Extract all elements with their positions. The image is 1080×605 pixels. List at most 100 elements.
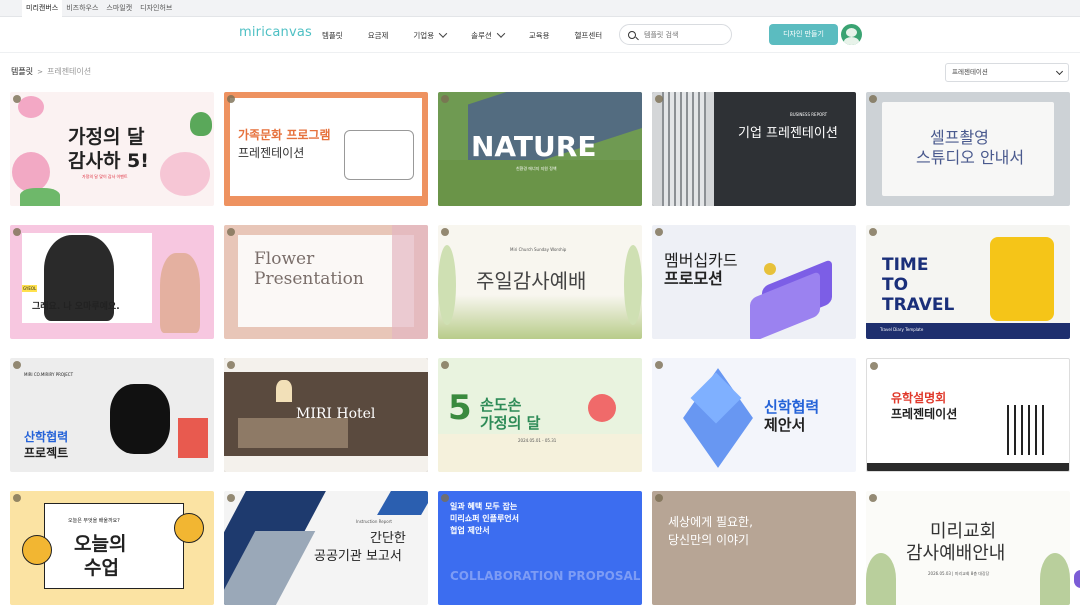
create-design-button[interactable]: 디자인 만들기 (769, 24, 838, 45)
topbar-tab-miricanvas[interactable]: 미리캔버스 (22, 0, 63, 17)
avatar[interactable] (841, 24, 862, 45)
card-title-line3: 가정의 달 (480, 414, 541, 432)
card-title-line1: MIRI CO.MIRIRY PROJECT (24, 372, 74, 377)
card-title-line1: Flower (254, 249, 315, 269)
top-tab-bar: 미리캔버스 비즈하우스 스마일캣 디자인허브 (0, 0, 1080, 17)
nav-education[interactable]: 교육용 (529, 30, 550, 41)
card-subtitle: 가정의 달 맞이 감사 이벤트 (82, 174, 128, 179)
category-select[interactable]: 프레젠테이션 (945, 63, 1069, 82)
card-title-line3: 협업 제안서 (450, 526, 490, 535)
badge-icon (13, 361, 21, 369)
badge-icon (441, 494, 449, 502)
template-card[interactable]: 셀프촬영 스튜디오 안내서 (866, 92, 1070, 206)
card-title-line2: 당신만의 이야기 (668, 533, 750, 547)
card-subtitle: 친환경 에너지 지원 정책 (516, 166, 557, 171)
template-card[interactable]: 미리교회 감사예배안내 2026.05.03 | 미리교회 8층 대강당 (866, 491, 1070, 605)
card-title-line1: 일과 혜택 모두 잡는 (450, 502, 518, 511)
template-card[interactable]: 가정의 달 감사하 5! 가정의 달 맞이 감사 이벤트 (10, 92, 214, 206)
breadcrumb-current: 프레젠테이션 (46, 67, 92, 76)
template-card[interactable]: 그래요. 나 오마루예요. GYEOL (10, 225, 214, 339)
card-title-line2: 프로모션 (664, 269, 723, 288)
card-title-line2: 스튜디오 안내서 (916, 148, 1025, 167)
card-title-line3: 수업 (84, 557, 119, 579)
card-title-line2: 오늘의 (74, 533, 127, 555)
main-header: miricanvas 템플릿 요금제 기업용 솔루션 교육용 헬프센터 디자인 … (0, 17, 1080, 53)
search-input[interactable] (644, 30, 724, 39)
template-card[interactable]: 세상에게 필요한, 당신만의 이야기 (652, 491, 856, 605)
badge-icon (441, 228, 449, 236)
card-subtitle: COLLABORATION PROPOSAL (450, 569, 641, 583)
badge-icon (13, 228, 21, 236)
badge-icon (227, 95, 235, 103)
card-title-line2: 감사하 5! (68, 150, 149, 172)
card-title-line2: 주일감사예배 (476, 269, 587, 293)
card-title-line1: Miri Church Sunday Worship (510, 247, 567, 252)
card-title-line2: GYEOL (22, 285, 38, 292)
category-select-value: 프레젠테이션 (952, 68, 988, 76)
badge-icon (655, 95, 663, 103)
badge-icon (441, 361, 449, 369)
template-card[interactable]: Miri Church Sunday Worship 주일감사예배 (438, 225, 642, 339)
template-card[interactable]: MIRI CO.MIRIRY PROJECT 산학협력 프로젝트 (10, 358, 214, 472)
card-title-line3: TRAVEL (882, 295, 955, 315)
topbar-tab-smilecat[interactable]: 스마일캣 (102, 0, 136, 17)
chat-support-button[interactable] (1074, 570, 1080, 588)
template-card[interactable]: Instruction Report 간단한 공공기관 보고서 (224, 491, 428, 605)
search-icon (628, 30, 636, 39)
nav-pricing[interactable]: 요금제 (368, 30, 389, 41)
card-title-line2: 미리쇼퍼 인플루언서 (450, 514, 520, 523)
template-card[interactable]: 일과 혜택 모두 잡는 미리쇼퍼 인플루언서 협업 제안서 COLLABORAT… (438, 491, 642, 605)
template-card[interactable]: 가족문화 프로그램 프레젠테이션 (224, 92, 428, 206)
badge-icon (441, 95, 449, 103)
card-title-line1: 가정의 달 (68, 126, 145, 148)
card-title-line1: 세상에게 필요한, (668, 515, 753, 529)
search-box[interactable] (619, 24, 732, 45)
card-title-line3: 프로젝트 (24, 446, 69, 460)
topbar-tab-bizhouse[interactable]: 비즈하우스 (62, 0, 102, 17)
badge-icon (870, 362, 878, 370)
card-title-line1: 유학설명회 (891, 391, 947, 405)
chevron-down-icon (1055, 67, 1064, 76)
template-card[interactable]: NATURE 친환경 에너지 지원 정책 (438, 92, 642, 206)
template-card[interactable]: 5 손도손 가정의 달 2024.05.01 - 05.31 (438, 358, 642, 472)
template-card[interactable]: Flower Presentation (224, 225, 428, 339)
chevron-down-icon (438, 29, 448, 38)
badge-icon (227, 361, 235, 369)
nav-solutions[interactable]: 솔루션 (471, 29, 506, 41)
template-card[interactable]: BUSINESS REPORT 기업 프레젠테이션 (652, 92, 856, 206)
template-card[interactable]: 멤버십카드 프로모션 (652, 225, 856, 339)
miricanvas-logo[interactable]: miricanvas (239, 25, 312, 40)
template-card[interactable]: 오늘은 무엇을 배울까요? 오늘의 수업 (10, 491, 214, 605)
card-title-line2: 산학협력 (24, 430, 69, 444)
card-title-line3: 공공기관 보고서 (314, 549, 402, 564)
topbar-tab-designhub[interactable]: 디자인허브 (136, 0, 176, 17)
card-title-line1: BUSINESS REPORT (790, 112, 828, 117)
card-title-line1: Instruction Report (356, 519, 392, 524)
card-title-line2: 기업 프레젠테이션 (738, 126, 838, 141)
badge-icon (227, 494, 235, 502)
chevron-down-icon (496, 29, 506, 38)
card-title-line1: 오늘은 무엇을 배울까요? (68, 518, 120, 524)
card-title-line1: NATURE (471, 130, 597, 163)
nav-templates[interactable]: 템플릿 (322, 30, 343, 41)
template-card[interactable]: 유학설명회 프레젠테이션 (866, 358, 1070, 472)
badge-icon (655, 361, 663, 369)
badge-icon (869, 95, 877, 103)
card-title-line2: Presentation (254, 269, 364, 289)
badge-icon (227, 228, 235, 236)
card-title-line1: TIME (882, 255, 929, 275)
template-card[interactable]: MIRI Hotel (224, 358, 428, 472)
badge-icon (869, 228, 877, 236)
breadcrumb-root[interactable]: 템플릿 (11, 66, 33, 77)
card-title-line2: TO (882, 275, 909, 295)
template-card[interactable]: TIME TO TRAVEL Travel Diary Template (866, 225, 1070, 339)
nav-help-center[interactable]: 헬프센터 (575, 30, 603, 41)
template-card[interactable]: 신학협력 제안서 (652, 358, 856, 472)
card-title-line2: 감사예배안내 (906, 543, 1006, 564)
nav-enterprise[interactable]: 기업용 (413, 29, 448, 41)
card-title-line2: 간단한 (370, 531, 406, 546)
breadcrumb: 템플릿 > 프레젠테이션 (11, 66, 91, 77)
card-title-line1: MIRI Hotel (296, 406, 376, 422)
badge-icon (655, 228, 663, 236)
card-subtitle: 2024.05.01 - 05.31 (518, 438, 557, 443)
